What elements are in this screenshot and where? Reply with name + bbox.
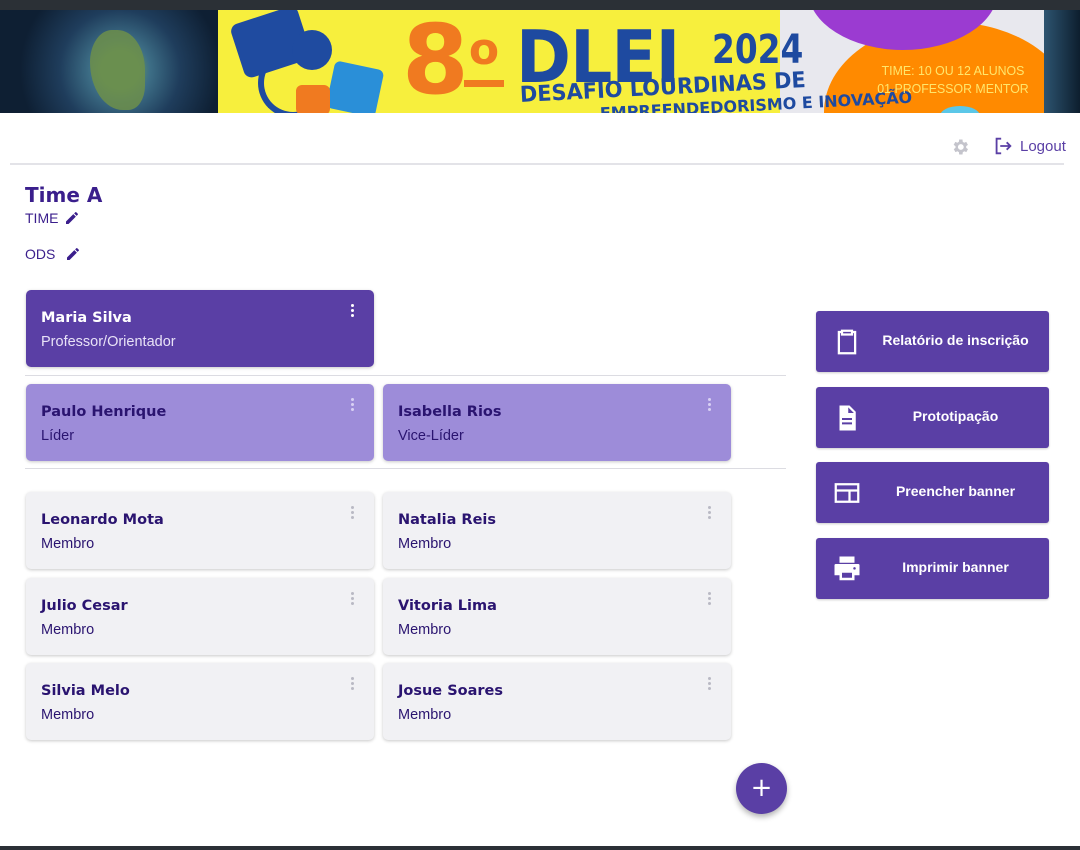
member-role: Vice-Líder (398, 428, 464, 444)
document-icon (839, 405, 856, 431)
earth-image-right (1044, 10, 1080, 113)
app-window: 8 o DLEI 2024 DESAFIO LOURDINAS DE EMPRE… (0, 10, 1080, 846)
more-vert-icon[interactable] (344, 592, 360, 610)
member-name: Isabella Rios (398, 404, 502, 420)
banner-layout-icon (834, 483, 860, 503)
registration-report-button[interactable]: Relatório de inscrição (816, 311, 1049, 372)
plus-icon: + (750, 773, 773, 803)
team-title: Time A (25, 183, 103, 207)
puzzle-piece-icon (296, 85, 330, 113)
gear-icon[interactable] (950, 137, 970, 157)
printer-icon (834, 556, 860, 581)
teacher-card[interactable]: Maria Silva Professor/Orientador (26, 290, 374, 367)
clipboard-icon (837, 329, 857, 355)
team-time-field: TIME (25, 210, 80, 226)
member-card[interactable]: Vitoria Lima Membro (383, 578, 731, 655)
logout-label: Logout (1020, 137, 1066, 155)
member-name: Vitoria Lima (398, 598, 497, 614)
more-vert-icon[interactable] (344, 677, 360, 695)
member-role: Professor/Orientador (41, 334, 176, 350)
puzzle-piece-icon (325, 60, 385, 113)
action-label: Relatório de inscrição (882, 332, 1029, 348)
member-card[interactable]: Julio Cesar Membro (26, 578, 374, 655)
more-vert-icon[interactable] (701, 677, 717, 695)
action-label: Preencher banner (895, 483, 1016, 499)
action-label: Prototipação (912, 408, 999, 424)
divider (25, 468, 786, 469)
more-vert-icon[interactable] (344, 506, 360, 524)
member-name: Maria Silva (41, 310, 132, 326)
member-role: Membro (41, 622, 95, 638)
member-name: Julio Cesar (41, 598, 128, 614)
banner-ordinal: o (464, 28, 504, 98)
member-role: Membro (398, 536, 452, 552)
add-member-button[interactable]: + (736, 763, 787, 814)
event-banner: 8 o DLEI 2024 DESAFIO LOURDINAS DE EMPRE… (0, 10, 1080, 113)
time-label: TIME (25, 210, 59, 226)
divider (25, 375, 786, 376)
earth-image-left (0, 10, 218, 113)
banner-info: TIME: 10 OU 12 ALUNOS 01 PROFESSOR MENTO… (877, 63, 1029, 96)
member-card[interactable]: Leonardo Mota Membro (26, 492, 374, 569)
member-role: Membro (398, 622, 452, 638)
more-vert-icon[interactable] (701, 398, 717, 416)
print-banner-button[interactable]: Imprimir banner (816, 538, 1049, 599)
banner-edition: 8 (402, 10, 469, 113)
member-card[interactable]: Silvia Melo Membro (26, 663, 374, 740)
member-role: Membro (41, 707, 95, 723)
logout-icon (995, 137, 1012, 155)
member-role: Líder (41, 428, 75, 444)
member-name: Paulo Henrique (41, 404, 167, 420)
pencil-icon[interactable] (65, 246, 81, 262)
member-card[interactable]: Natalia Reis Membro (383, 492, 731, 569)
member-role: Membro (41, 536, 95, 552)
vice-leader-card[interactable]: Isabella Rios Vice-Líder (383, 384, 731, 461)
member-name: Natalia Reis (398, 512, 497, 528)
banner-year: 2024 (712, 27, 804, 73)
team-ods-field: ODS (25, 246, 81, 262)
top-toolbar: Logout (10, 113, 1066, 165)
member-card[interactable]: Josue Soares Membro (383, 663, 731, 740)
ods-label: ODS (25, 246, 56, 262)
fill-banner-button[interactable]: Preencher banner (816, 462, 1049, 523)
more-vert-icon[interactable] (344, 398, 360, 416)
action-label: Imprimir banner (902, 559, 1009, 575)
more-vert-icon[interactable] (344, 304, 360, 322)
member-name: Leonardo Mota (41, 512, 164, 528)
pencil-icon[interactable] (64, 210, 80, 226)
logout-button[interactable]: Logout (992, 134, 1066, 158)
member-role: Membro (398, 707, 452, 723)
more-vert-icon[interactable] (701, 506, 717, 524)
leader-card[interactable]: Paulo Henrique Líder (26, 384, 374, 461)
member-name: Josue Soares (398, 683, 503, 699)
prototyping-button[interactable]: Prototipação (816, 387, 1049, 448)
more-vert-icon[interactable] (701, 592, 717, 610)
member-name: Silvia Melo (41, 683, 130, 699)
